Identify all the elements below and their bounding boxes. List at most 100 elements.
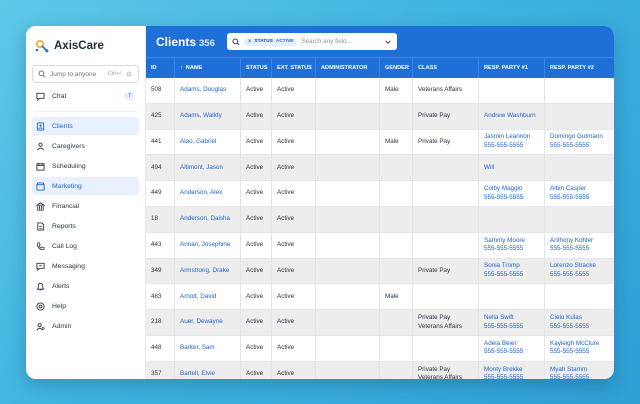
client-count: 356 <box>199 37 215 49</box>
cell-name-link[interactable]: Bartell, Elvie <box>175 361 241 379</box>
status-filter-chip[interactable]: × STATUS ACTIVE <box>243 37 298 46</box>
table-row[interactable]: 448 Barker, Sam Active Active Adela Beier 555… <box>146 335 614 362</box>
cell-name-link[interactable]: Arnott, David <box>175 284 241 310</box>
cell-resp-party-2-line[interactable]: 555-555-5555 <box>550 142 614 151</box>
jump-to-search[interactable]: Jump to anyone Ctrl+/ <box>32 65 139 83</box>
cell-resp-party-2[interactable]: Domingo Gutmann 555-555-5555 <box>545 130 614 155</box>
cell-resp-party-1-line[interactable]: Jasmin Leannon <box>484 133 544 142</box>
cell-name-link[interactable]: Adams, Walldy <box>175 103 241 129</box>
sidebar-item-reports[interactable]: Reports <box>32 217 139 235</box>
column-header-name[interactable]: ↑ NAME <box>175 58 241 78</box>
cell-name-link[interactable]: Anderson, Daisha <box>175 206 241 232</box>
table-row[interactable]: 425 Adams, Walldy Active Active Private Pay A… <box>146 103 614 130</box>
table-row[interactable]: 494 Altimont, Jason Active Active Will <box>146 155 614 182</box>
cell-resp-party-1-line[interactable]: Adela Beier <box>484 340 544 349</box>
settings-icon[interactable] <box>125 70 133 78</box>
cell-ext-status: Active <box>272 155 316 181</box>
column-header-id[interactable]: ID <box>146 58 175 78</box>
cell-resp-party-2-line[interactable]: Anthony Kohler <box>550 237 614 246</box>
cell-resp-party-1-line[interactable]: 555-555-5555 <box>484 348 544 357</box>
cell-resp-party-1-line[interactable]: Will <box>484 164 544 173</box>
cell-resp-party-1[interactable]: Nella Swift 555-555-5555 <box>479 310 545 335</box>
cell-resp-party-2-line[interactable]: Albin Casper <box>550 185 614 194</box>
cell-resp-party-2-line[interactable]: Domingo Gutmann <box>550 133 614 142</box>
sidebar-item-scheduling[interactable]: Scheduling <box>32 157 139 175</box>
table-row[interactable]: 218 Auer, Dewayne Active Active Private Pay V… <box>146 310 614 336</box>
cell-resp-party-2-line[interactable]: Kayleigh McClure <box>550 340 614 349</box>
cell-name-link[interactable]: Altimont, Jason <box>175 155 241 181</box>
cell-resp-party-1-line[interactable]: 555-555-5555 <box>484 194 544 203</box>
cell-resp-party-1-line[interactable]: 555-555-5555 <box>484 374 544 379</box>
column-header-class[interactable]: CLASS <box>413 58 479 78</box>
cell-resp-party-1[interactable]: Monty Brekke 555-555-5555 <box>479 361 545 379</box>
cell-resp-party-2[interactable]: Cielo Kulas 555-555-5555 <box>545 310 614 335</box>
sidebar-item-marketing[interactable]: Marketing <box>32 177 139 195</box>
cell-resp-party-2[interactable]: Myah Stamm 555-555-5555 <box>545 362 614 379</box>
column-header-administrator[interactable]: ADMINISTRATOR <box>316 58 380 78</box>
cell-resp-party-1-line[interactable]: Sonia Tromp <box>484 262 544 271</box>
cell-resp-party-1-line[interactable]: Monty Brekke <box>484 366 544 375</box>
cell-resp-party-2-line[interactable]: Myah Stamm <box>550 366 614 375</box>
table-row[interactable]: 483 Arnott, David Active Active Male <box>146 284 614 311</box>
client-search-input[interactable]: × STATUS ACTIVE Search any field... <box>226 33 397 50</box>
cell-name-link[interactable]: Alao, Gabriel <box>175 129 241 155</box>
column-header-resp-party-1[interactable]: RESP. PARTY #1 <box>479 58 545 78</box>
cell-name-link[interactable]: Annan, Josephine <box>175 232 241 258</box>
cell-resp-party-2[interactable]: Lorenzo Stracke 555-555-5555 <box>545 259 614 284</box>
cell-name-link[interactable]: Armstrong, Drake <box>175 258 241 284</box>
cell-resp-party-2-line[interactable]: 555-555-5555 <box>550 194 614 203</box>
table-row[interactable]: 357 Bartell, Elvie Active Active Private Pay… <box>146 361 614 379</box>
cell-resp-party-1-line[interactable]: 555-555-5555 <box>484 142 544 151</box>
table-row[interactable]: 449 Anderson, Alex Active Active Colby Maggi… <box>146 181 614 207</box>
cell-resp-party-1-line[interactable]: 555-555-5555 <box>484 271 544 280</box>
cell-resp-party-1[interactable]: Sonia Tromp 555-555-5555 <box>479 258 545 284</box>
sidebar-item-chat[interactable]: Chat 7 <box>32 87 139 105</box>
cell-resp-party-2-line[interactable]: 555-555-5555 <box>550 271 614 280</box>
table-row[interactable]: 443 Annan, Josephine Active Active Sammy Moo… <box>146 232 614 259</box>
table-row[interactable]: 508 Adams, Douglas Active Active Male Veteran… <box>146 78 614 104</box>
column-header-ext-status[interactable]: EXT. STATUS <box>272 58 316 78</box>
cell-name-link[interactable]: Barker, Sam <box>175 335 241 361</box>
cell-resp-party-2-line[interactable]: 555-555-5555 <box>550 348 614 357</box>
table-row[interactable]: 18 Anderson, Daisha Active Active <box>146 206 614 233</box>
cell-resp-party-1-line[interactable]: 555-555-5555 <box>484 245 544 254</box>
column-header-status[interactable]: STATUS <box>241 58 272 78</box>
cell-resp-party-1[interactable]: Sammy Moore 555-555-5555 <box>479 232 545 258</box>
cell-resp-party-1-line[interactable]: Colby Maggio <box>484 185 544 194</box>
sidebar-item-clients[interactable]: Clients <box>32 117 139 135</box>
sidebar-item-caregivers[interactable]: Caregivers <box>32 137 139 155</box>
cell-resp-party-2-line[interactable]: 555-555-5555 <box>550 323 614 332</box>
sidebar-item-call-log[interactable]: Call Log <box>32 237 139 255</box>
sidebar-item-help[interactable]: Help <box>32 297 139 315</box>
cell-resp-party-1[interactable]: Jasmin Leannon 555-555-5555 <box>479 129 545 155</box>
column-header-gender[interactable]: GENDER <box>380 58 413 78</box>
cell-resp-party-1-line[interactable]: Sammy Moore <box>484 237 544 246</box>
remove-filter-icon[interactable]: × <box>248 39 252 45</box>
cell-resp-party-1[interactable]: Andrew Washburn <box>479 103 545 129</box>
cell-resp-party-1-line[interactable]: Nella Swift <box>484 314 544 323</box>
cell-name-link[interactable]: Auer, Dewayne <box>175 310 241 335</box>
cell-resp-party-1[interactable]: Colby Maggio 555-555-5555 <box>479 181 545 206</box>
sidebar-item-admin[interactable]: Admin <box>32 317 139 335</box>
cell-resp-party-1-line[interactable]: Andrew Washburn <box>484 112 544 121</box>
cell-resp-party-2[interactable]: Albin Casper 555-555-5555 <box>545 181 614 206</box>
cell-resp-party-1[interactable]: Adela Beier 555-555-5555 <box>479 335 545 361</box>
cell-resp-party-2[interactable]: Kayleigh McClure 555-555-5555 <box>545 336 614 361</box>
cell-resp-party-1[interactable]: Will <box>479 155 545 181</box>
column-header-resp-party-2[interactable]: RESP. PARTY #2 <box>545 58 614 78</box>
cell-name-link[interactable]: Adams, Douglas <box>175 78 241 103</box>
sidebar-item-messaging[interactable]: Messaging <box>32 257 139 275</box>
cell-resp-party-2-line[interactable]: 555-555-5555 <box>550 245 614 254</box>
cell-resp-party-1-line[interactable]: 555-555-5555 <box>484 323 544 332</box>
table-row[interactable]: 349 Armstrong, Drake Active Active Private P… <box>146 258 614 285</box>
cell-resp-party-2-line[interactable]: Lorenzo Stracke <box>550 262 614 271</box>
sidebar-item-financial[interactable]: Financial <box>32 197 139 215</box>
cell-resp-party-2-line[interactable]: 555-555-5555 <box>550 374 614 379</box>
cell-name-link[interactable]: Anderson, Alex <box>175 181 241 206</box>
sidebar-item-alerts[interactable]: Alerts <box>32 277 139 295</box>
cell-resp-party-2-line[interactable]: Cielo Kulas <box>550 314 614 323</box>
cell-resp-party-2[interactable]: Anthony Kohler 555-555-5555 <box>545 233 614 258</box>
chevron-down-icon[interactable] <box>384 38 392 46</box>
table-row[interactable]: 441 Alao, Gabriel Active Active Male Private … <box>146 129 614 156</box>
logo[interactable]: AxisCare <box>34 35 139 57</box>
